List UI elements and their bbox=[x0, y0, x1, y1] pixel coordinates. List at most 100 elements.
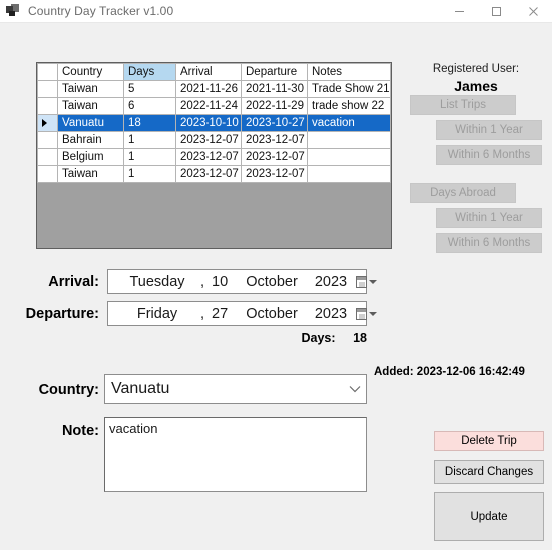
departure-date-value[interactable]: Friday, 27 October 2023 bbox=[108, 306, 352, 322]
table-row[interactable]: Belgium 1 2023-12-07 2023-12-07 bbox=[37, 148, 391, 166]
chevron-down-icon[interactable] bbox=[344, 385, 366, 393]
cell-departure[interactable]: 2023-12-07 bbox=[241, 148, 308, 166]
departure-separator: , bbox=[200, 305, 205, 322]
cell-departure[interactable]: 2023-12-07 bbox=[241, 131, 308, 149]
cell-departure[interactable]: 2021-11-30 bbox=[241, 80, 308, 98]
update-button[interactable]: Update bbox=[434, 492, 544, 541]
current-row-arrow-icon bbox=[42, 118, 47, 127]
trips-table: Country Days Arrival Departure Notes Tai… bbox=[37, 63, 391, 183]
arrival-day: 10 bbox=[212, 273, 229, 290]
cell-departure[interactable]: 2023-12-07 bbox=[241, 165, 308, 183]
table-row-selected[interactable]: Vanuatu 18 2023-10-10 2023-10-27 vacatio… bbox=[37, 114, 391, 132]
window-title: Country Day Tracker v1.00 bbox=[28, 4, 174, 18]
row-selector[interactable] bbox=[37, 131, 58, 149]
departure-month: October bbox=[246, 305, 298, 322]
departure-day: 27 bbox=[212, 305, 229, 322]
cell-arrival[interactable]: 2023-12-07 bbox=[175, 165, 242, 183]
title-bar: Country Day Tracker v1.00 bbox=[0, 0, 552, 23]
app-form-icon bbox=[6, 3, 22, 19]
row-selector[interactable] bbox=[37, 97, 58, 115]
days-summary-label: Days: bbox=[301, 331, 336, 345]
departure-date-picker[interactable]: Friday, 27 October 2023 bbox=[107, 301, 377, 326]
cell-country[interactable]: Vanuatu bbox=[57, 114, 124, 132]
cell-days[interactable]: 1 bbox=[123, 165, 176, 183]
arrival-weekday: Tuesday bbox=[129, 273, 185, 290]
cell-country[interactable]: Taiwan bbox=[57, 165, 124, 183]
table-row[interactable]: Bahrain 1 2023-12-07 2023-12-07 bbox=[37, 131, 391, 149]
row-selector[interactable] bbox=[37, 148, 58, 166]
row-selector-current[interactable] bbox=[37, 114, 58, 132]
cell-country[interactable]: Belgium bbox=[57, 148, 124, 166]
row-selector[interactable] bbox=[37, 80, 58, 98]
cell-departure[interactable]: 2023-10-27 bbox=[241, 114, 308, 132]
arrival-label: Arrival: bbox=[48, 274, 99, 290]
list-trips-button[interactable]: List Trips bbox=[410, 95, 516, 115]
cell-days[interactable]: 18 bbox=[123, 114, 176, 132]
delete-trip-button[interactable]: Delete Trip bbox=[434, 431, 544, 451]
country-select[interactable]: Vanuatu bbox=[104, 374, 367, 404]
cell-notes[interactable] bbox=[307, 131, 391, 149]
table-header-row: Country Days Arrival Departure Notes bbox=[37, 63, 391, 81]
note-textarea[interactable]: vacation bbox=[104, 417, 367, 492]
cell-arrival[interactable]: 2023-10-10 bbox=[175, 114, 242, 132]
cell-notes[interactable]: vacation bbox=[307, 114, 391, 132]
table-row[interactable]: Taiwan 1 2023-12-07 2023-12-07 bbox=[37, 165, 391, 183]
table-row[interactable]: Taiwan 6 2022-11-24 2022-11-29 trade sho… bbox=[37, 97, 391, 115]
country-selected-value: Vanuatu bbox=[111, 380, 170, 397]
days-abroad-button[interactable]: Days Abroad bbox=[410, 183, 516, 203]
close-icon[interactable] bbox=[515, 0, 552, 22]
cell-country[interactable]: Taiwan bbox=[57, 80, 124, 98]
departure-weekday: Friday bbox=[136, 305, 178, 322]
cell-arrival[interactable]: 2021-11-26 bbox=[175, 80, 242, 98]
cell-arrival[interactable]: 2023-12-07 bbox=[175, 131, 242, 149]
column-header-notes[interactable]: Notes bbox=[307, 63, 391, 81]
days-summary: Days: 18 bbox=[230, 331, 367, 345]
column-header-country[interactable]: Country bbox=[57, 63, 124, 81]
departure-label: Departure: bbox=[25, 306, 99, 322]
cell-country[interactable]: Taiwan bbox=[57, 97, 124, 115]
cell-country[interactable]: Bahrain bbox=[57, 131, 124, 149]
cell-departure[interactable]: 2022-11-29 bbox=[241, 97, 308, 115]
cell-arrival[interactable]: 2022-11-24 bbox=[175, 97, 242, 115]
registered-user-name: James bbox=[454, 78, 498, 94]
calendar-icon bbox=[355, 307, 367, 320]
cell-notes[interactable]: Trade Show 21 bbox=[307, 80, 391, 98]
cell-arrival[interactable]: 2023-12-07 bbox=[175, 148, 242, 166]
registered-user-label: Registered User: bbox=[432, 63, 520, 75]
column-header-rowselect[interactable] bbox=[37, 63, 58, 81]
cell-notes[interactable] bbox=[307, 165, 391, 183]
cell-notes[interactable]: trade show 22 bbox=[307, 97, 391, 115]
arrival-date-picker[interactable]: Tuesday, 10 October 2023 bbox=[107, 269, 377, 294]
departure-calendar-dropdown-button[interactable] bbox=[352, 302, 380, 325]
added-timestamp: Added: 2023-12-06 16:42:49 bbox=[374, 366, 525, 378]
arrival-year: 2023 bbox=[314, 273, 348, 290]
country-label: Country: bbox=[38, 382, 99, 398]
arrival-month: October bbox=[246, 273, 298, 290]
window-controls bbox=[441, 0, 552, 22]
minimize-button[interactable] bbox=[441, 0, 478, 22]
column-header-arrival[interactable]: Arrival bbox=[175, 63, 242, 81]
cell-days[interactable]: 1 bbox=[123, 148, 176, 166]
trips-data-grid[interactable]: Country Days Arrival Departure Notes Tai… bbox=[36, 62, 392, 249]
arrival-calendar-dropdown-button[interactable] bbox=[352, 270, 380, 293]
note-label: Note: bbox=[61, 423, 99, 439]
list-trips-within-6-months-button[interactable]: Within 6 Months bbox=[436, 145, 542, 165]
table-row[interactable]: Taiwan 5 2021-11-26 2021-11-30 Trade Sho… bbox=[37, 80, 391, 98]
calendar-icon bbox=[355, 275, 367, 288]
days-summary-value: 18 bbox=[353, 331, 367, 345]
row-selector[interactable] bbox=[37, 165, 58, 183]
days-abroad-within-6-months-button[interactable]: Within 6 Months bbox=[436, 233, 542, 253]
cell-days[interactable]: 5 bbox=[123, 80, 176, 98]
days-abroad-within-1-year-button[interactable]: Within 1 Year bbox=[436, 208, 542, 228]
cell-notes[interactable] bbox=[307, 148, 391, 166]
cell-days[interactable]: 6 bbox=[123, 97, 176, 115]
list-trips-within-1-year-button[interactable]: Within 1 Year bbox=[436, 120, 542, 140]
chevron-down-icon bbox=[368, 279, 377, 284]
column-header-days[interactable]: Days bbox=[123, 63, 176, 81]
arrival-date-value[interactable]: Tuesday, 10 October 2023 bbox=[108, 274, 352, 290]
chevron-down-icon bbox=[368, 311, 377, 316]
column-header-departure[interactable]: Departure bbox=[241, 63, 308, 81]
cell-days[interactable]: 1 bbox=[123, 131, 176, 149]
maximize-button[interactable] bbox=[478, 0, 515, 22]
discard-changes-button[interactable]: Discard Changes bbox=[434, 460, 544, 484]
